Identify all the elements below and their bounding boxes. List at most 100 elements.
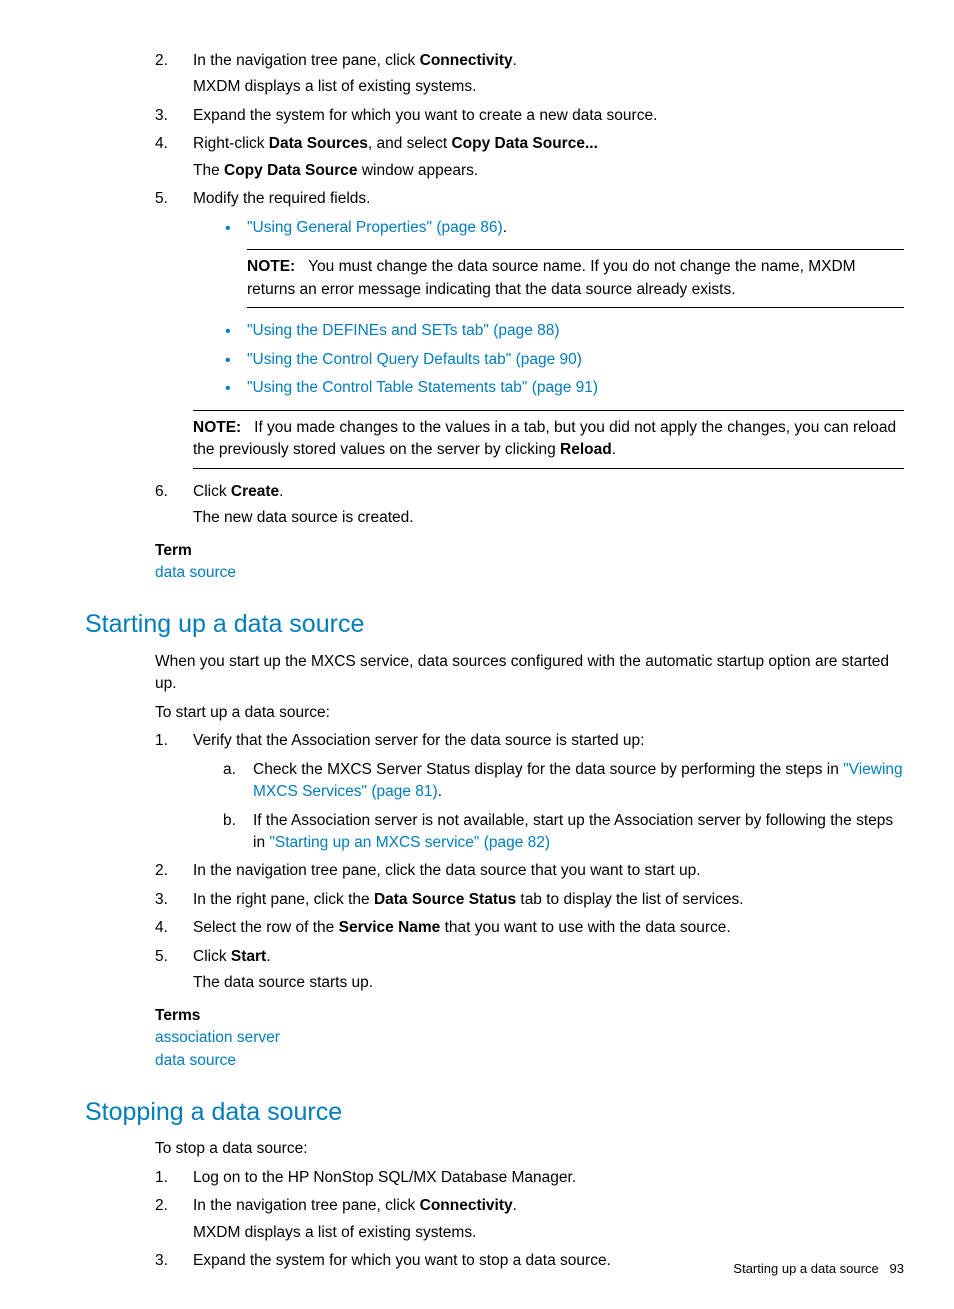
step-2: 2. In the navigation tree pane, click Co… bbox=[155, 50, 904, 99]
step-text: Click Start. bbox=[193, 948, 271, 965]
intro-paragraph: To start up a data source: bbox=[155, 702, 904, 724]
glossary-link[interactable]: association server bbox=[155, 1027, 904, 1049]
step-5: 5. Modify the required fields. "Using Ge… bbox=[155, 188, 904, 468]
text-run: Right-click bbox=[193, 135, 269, 152]
xref-link[interactable]: "Starting up an MXCS service" (page 82) bbox=[269, 834, 550, 851]
bold-term: Data Sources bbox=[269, 135, 368, 152]
step-text: Expand the system for which you want to … bbox=[193, 1252, 611, 1269]
text-run: In the navigation tree pane, click bbox=[193, 1197, 420, 1214]
note-text: If you made changes to the values in a t… bbox=[193, 419, 896, 458]
step-number: 2. bbox=[155, 860, 168, 882]
bold-term: Start bbox=[231, 948, 266, 965]
text-run: window appears. bbox=[358, 162, 479, 179]
step-text: In the navigation tree pane, click the d… bbox=[193, 862, 701, 879]
step-subtext: MXDM displays a list of existing systems… bbox=[193, 76, 904, 98]
section-heading: Stopping a data source bbox=[85, 1094, 904, 1130]
term-heading: Term bbox=[155, 540, 904, 562]
step-subtext: The Copy Data Source window appears. bbox=[193, 160, 904, 182]
text-run: that you want to use with the data sourc… bbox=[440, 919, 730, 936]
footer-title: Starting up a data source bbox=[733, 1261, 878, 1276]
step-2: 2. In the navigation tree pane, click th… bbox=[155, 860, 904, 882]
step-text: In the navigation tree pane, click Conne… bbox=[193, 1197, 517, 1214]
text-run: Select the row of the bbox=[193, 919, 339, 936]
page-footer: Starting up a data source 93 bbox=[733, 1260, 904, 1279]
bold-term: Data Source Status bbox=[374, 891, 516, 908]
text-run: The bbox=[193, 162, 224, 179]
bold-term: Service Name bbox=[339, 919, 441, 936]
text-run: Click bbox=[193, 948, 231, 965]
step-1: 1. Log on to the HP NonStop SQL/MX Datab… bbox=[155, 1167, 904, 1189]
substep-list: a. Check the MXCS Server Status display … bbox=[223, 759, 904, 855]
document-page: 2. In the navigation tree pane, click Co… bbox=[0, 0, 954, 1309]
xref-link[interactable]: "Using the DEFINEs and SETs tab" (page 8… bbox=[247, 322, 560, 339]
bold-term: Copy Data Source... bbox=[451, 135, 597, 152]
term-block: Term data source bbox=[155, 540, 904, 585]
glossary-link[interactable]: data source bbox=[155, 562, 904, 584]
bullet-item: "Using General Properties" (page 86). NO… bbox=[223, 217, 904, 308]
text-run: . bbox=[279, 483, 283, 500]
substep-text: If the Association server is not availab… bbox=[253, 812, 893, 851]
step-number: 6. bbox=[155, 481, 168, 503]
text-run: In the navigation tree pane, click bbox=[193, 52, 420, 69]
bold-term: Connectivity bbox=[420, 52, 513, 69]
xref-link[interactable]: "Using the Control Table Statements tab"… bbox=[247, 379, 598, 396]
step-number: 4. bbox=[155, 917, 168, 939]
intro-paragraph: When you start up the MXCS service, data… bbox=[155, 651, 904, 696]
step-4: 4. Select the row of the Service Name th… bbox=[155, 917, 904, 939]
intro-paragraph: To stop a data source: bbox=[155, 1138, 904, 1160]
glossary-link[interactable]: data source bbox=[155, 1050, 904, 1072]
page-number: 93 bbox=[890, 1261, 904, 1276]
text-run: . bbox=[612, 441, 616, 458]
bold-term: Create bbox=[231, 483, 279, 500]
note-label: NOTE: bbox=[247, 258, 295, 275]
step-text: In the navigation tree pane, click Conne… bbox=[193, 52, 517, 69]
bullet-list: "Using General Properties" (page 86). NO… bbox=[223, 217, 904, 400]
xref-link[interactable]: "Using the Control Query Defaults tab" (… bbox=[247, 351, 582, 368]
substep-letter: a. bbox=[223, 759, 236, 781]
bullet-item: "Using the Control Query Defaults tab" (… bbox=[223, 349, 904, 371]
terms-block: Terms association server data source bbox=[155, 1005, 904, 1072]
step-subtext: MXDM displays a list of existing systems… bbox=[193, 1222, 904, 1244]
text-run: Click bbox=[193, 483, 231, 500]
content-area: 2. In the navigation tree pane, click Co… bbox=[85, 50, 904, 1273]
procedure-list-3: 1. Log on to the HP NonStop SQL/MX Datab… bbox=[155, 1167, 904, 1273]
section-heading: Starting up a data source bbox=[85, 606, 904, 642]
text-run: . bbox=[266, 948, 270, 965]
step-text: Expand the system for which you want to … bbox=[193, 107, 657, 124]
xref-link[interactable]: "Using General Properties" (page 86) bbox=[247, 219, 503, 236]
step-text: In the right pane, click the Data Source… bbox=[193, 891, 744, 908]
step-2: 2. In the navigation tree pane, click Co… bbox=[155, 1195, 904, 1244]
text-run: , and select bbox=[368, 135, 452, 152]
substep-text: Check the MXCS Server Status display for… bbox=[253, 761, 903, 800]
step-4: 4. Right-click Data Sources, and select … bbox=[155, 133, 904, 182]
step-subtext: The new data source is created. bbox=[193, 507, 904, 529]
step-subtext: The data source starts up. bbox=[193, 972, 904, 994]
text-run: Check the MXCS Server Status display for… bbox=[253, 761, 843, 778]
step-text: Right-click Data Sources, and select Cop… bbox=[193, 135, 598, 152]
note-label: NOTE: bbox=[193, 419, 241, 436]
substep-letter: b. bbox=[223, 810, 236, 832]
step-1: 1. Verify that the Association server fo… bbox=[155, 730, 904, 854]
step-number: 3. bbox=[155, 105, 168, 127]
step-text: Click Create. bbox=[193, 483, 283, 500]
procedure-list-1: 2. In the navigation tree pane, click Co… bbox=[155, 50, 904, 530]
substep-a: a. Check the MXCS Server Status display … bbox=[223, 759, 904, 804]
procedure-list-2: 1. Verify that the Association server fo… bbox=[155, 730, 904, 995]
bold-term: Copy Data Source bbox=[224, 162, 358, 179]
step-number: 3. bbox=[155, 889, 168, 911]
text-run: . bbox=[503, 219, 507, 236]
step-3: 3. In the right pane, click the Data Sou… bbox=[155, 889, 904, 911]
substep-b: b. If the Association server is not avai… bbox=[223, 810, 904, 855]
text-run: tab to display the list of services. bbox=[516, 891, 743, 908]
step-6: 6. Click Create. The new data source is … bbox=[155, 481, 904, 530]
step-number: 3. bbox=[155, 1250, 168, 1272]
text-run: . bbox=[438, 783, 442, 800]
bold-term: Connectivity bbox=[420, 1197, 513, 1214]
note-text: You must change the data source name. If… bbox=[247, 258, 856, 297]
step-number: 4. bbox=[155, 133, 168, 155]
step-number: 2. bbox=[155, 1195, 168, 1217]
note-box: NOTE: If you made changes to the values … bbox=[193, 410, 904, 469]
note-box: NOTE: You must change the data source na… bbox=[247, 249, 904, 308]
step-number: 5. bbox=[155, 188, 168, 210]
step-number: 1. bbox=[155, 730, 168, 752]
